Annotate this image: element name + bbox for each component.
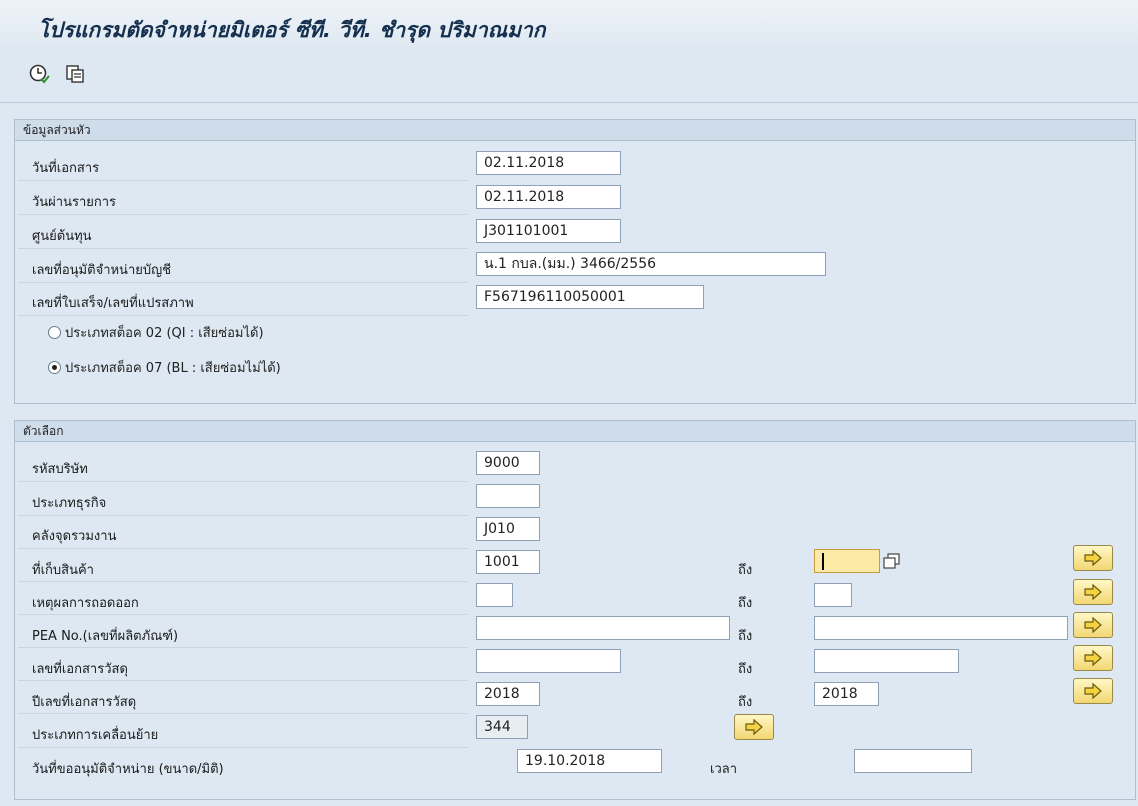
arrow-right-icon — [1084, 682, 1102, 700]
material-doc-from-field[interactable] — [476, 649, 621, 673]
writeoff-approval-label: เลขที่อนุมัติจำหน่ายบัญชี — [32, 263, 172, 278]
divider — [18, 214, 468, 215]
radio-button-icon[interactable] — [48, 326, 61, 339]
document-date-field[interactable]: 02.11.2018 — [476, 151, 621, 175]
to-label: ถึง — [738, 596, 753, 611]
divider — [18, 747, 468, 748]
multiple-selection-button[interactable] — [1073, 545, 1113, 571]
radio-stock-07-label: ประเภทสต็อค 07 (BL : เสียซ่อมไม่ได้) — [65, 361, 281, 376]
divider — [18, 713, 468, 714]
removal-reason-to-field[interactable] — [814, 583, 852, 607]
to-label: ถึง — [738, 629, 753, 644]
posting-date-field[interactable]: 02.11.2018 — [476, 185, 621, 209]
radio-stock-02-label: ประเภทสต็อค 02 (QI : เสียซ่อมได้) — [65, 326, 264, 341]
movement-type-selection-button[interactable] — [734, 714, 774, 740]
document-date-label: วันที่เอกสาร — [32, 161, 100, 176]
arrow-right-icon — [745, 718, 763, 736]
business-area-field[interactable] — [476, 484, 540, 508]
selection-options-panel: ตัวเลือก — [14, 420, 1136, 800]
divider — [18, 315, 468, 316]
pea-no-from-field[interactable] — [476, 616, 730, 640]
movement-type-label: ประเภทการเคลื่อนย้าย — [32, 728, 159, 743]
divider — [18, 647, 468, 648]
divider — [18, 282, 468, 283]
arrow-right-icon — [1084, 616, 1102, 634]
to-label: ถึง — [738, 563, 753, 578]
pea-no-label: PEA No.(เลขที่ผลิตภัณฑ์) — [32, 629, 179, 644]
time-label: เวลา — [710, 762, 738, 777]
divider — [18, 481, 468, 482]
page-title: โปรแกรมตัดจำหน่ายมิเตอร์ ซีที. วีที. ชำร… — [38, 18, 546, 42]
radio-stock-02[interactable]: ประเภทสต็อค 02 (QI : เสียซ่อมได้) — [48, 322, 264, 343]
multiple-selection-button[interactable] — [1073, 579, 1113, 605]
material-doc-year-from-field[interactable]: 2018 — [476, 682, 540, 706]
multiple-selection-button[interactable] — [1073, 612, 1113, 638]
movement-type-field: 344 — [476, 715, 528, 739]
removal-reason-from-field[interactable] — [476, 583, 513, 607]
storage-location-from-field[interactable]: 1001 — [476, 550, 540, 574]
text-cursor — [822, 552, 824, 570]
multiple-selection-button[interactable] — [1073, 678, 1113, 704]
divider — [18, 581, 468, 582]
divider — [18, 680, 468, 681]
time-field[interactable] — [854, 749, 972, 773]
divider — [18, 180, 468, 181]
plant-label: คลังจุดรวมงาน — [32, 529, 117, 544]
company-code-field[interactable]: 9000 — [476, 451, 540, 475]
business-area-label: ประเภทธุรกิจ — [32, 496, 107, 511]
removal-reason-label: เหตุผลการถอดออก — [32, 596, 139, 611]
material-doc-year-to-field[interactable]: 2018 — [814, 682, 879, 706]
divider — [18, 248, 468, 249]
multiple-selection-button[interactable] — [1073, 645, 1113, 671]
storage-location-label: ที่เก็บสินค้า — [32, 563, 94, 578]
arrow-right-icon — [1084, 583, 1102, 601]
receipt-no-field[interactable]: F567196110050001 — [476, 285, 704, 309]
storage-location-to-field[interactable] — [814, 549, 880, 573]
arrow-right-icon — [1084, 549, 1102, 567]
header-data-panel-title: ข้อมูลส่วนหัว — [15, 120, 1135, 141]
multiple-selection-icon[interactable] — [883, 553, 901, 574]
get-variant-icon[interactable] — [64, 63, 86, 85]
approval-request-date-field[interactable]: 19.10.2018 — [517, 749, 662, 773]
approval-request-date-label: วันที่ขออนุมัติจำหน่าย (ขนาด/มิติ) — [32, 762, 224, 777]
divider — [18, 548, 468, 549]
receipt-no-label: เลขที่ใบเสร็จ/เลขที่แปรสภาพ — [32, 296, 194, 311]
posting-date-label: วันผ่านรายการ — [32, 195, 117, 210]
company-code-label: รหัสบริษัท — [32, 462, 88, 477]
material-doc-year-label: ปีเลขที่เอกสารวัสดุ — [32, 695, 137, 710]
writeoff-approval-field[interactable]: น.1 กบล.(มม.) 3466/2556 — [476, 252, 826, 276]
radio-stock-07[interactable]: ประเภทสต็อค 07 (BL : เสียซ่อมไม่ได้) — [48, 357, 281, 378]
material-doc-label: เลขที่เอกสารวัสดุ — [32, 662, 128, 677]
to-label: ถึง — [738, 662, 753, 677]
to-label: ถึง — [738, 695, 753, 710]
application-toolbar — [0, 50, 1138, 103]
execute-clock-icon[interactable] — [28, 63, 50, 85]
title-bar: โปรแกรมตัดจำหน่ายมิเตอร์ ซีที. วีที. ชำร… — [0, 0, 1138, 50]
divider — [18, 515, 468, 516]
divider — [18, 614, 468, 615]
material-doc-to-field[interactable] — [814, 649, 959, 673]
pea-no-to-field[interactable] — [814, 616, 1068, 640]
cost-center-label: ศูนย์ต้นทุน — [32, 229, 92, 244]
cost-center-field[interactable]: J301101001 — [476, 219, 621, 243]
arrow-right-icon — [1084, 649, 1102, 667]
selection-options-panel-title: ตัวเลือก — [15, 421, 1135, 442]
radio-button-selected-icon[interactable] — [48, 361, 61, 374]
plant-field[interactable]: J010 — [476, 517, 540, 541]
